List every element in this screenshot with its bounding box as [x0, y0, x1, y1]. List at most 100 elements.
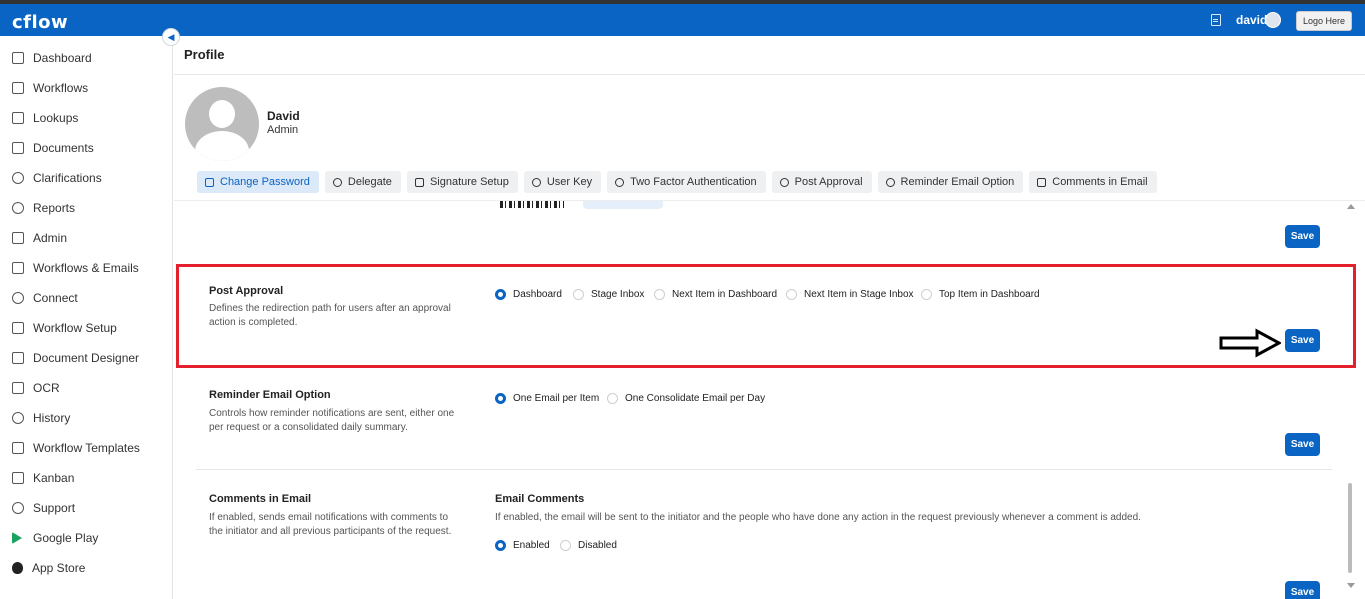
- sidebar-item-workflows-emails[interactable]: Workflows & Emails: [12, 258, 139, 278]
- tab-post-approval[interactable]: Post Approval: [771, 171, 872, 193]
- tab-label: User Key: [546, 176, 593, 188]
- radio-label: Next Item in Dashboard: [672, 289, 778, 300]
- radio-label: Stage Inbox: [591, 289, 645, 300]
- radio-button[interactable]: [560, 540, 571, 551]
- radio-button[interactable]: [495, 393, 506, 404]
- scroll-down-icon[interactable]: [1347, 583, 1355, 588]
- sidebar-item-label: OCR: [33, 381, 60, 395]
- tab-signature-setup[interactable]: Signature Setup: [406, 171, 518, 193]
- radio-button[interactable]: [654, 289, 665, 300]
- sidebar-item-label: Workflows: [33, 81, 89, 95]
- tab-change-password[interactable]: Change Password: [197, 171, 319, 193]
- sidebar-item-label: History: [33, 411, 71, 425]
- sidebar-item-label: Support: [33, 501, 76, 515]
- tab-label: Comments in Email: [1052, 176, 1148, 188]
- sidebar-item-label: Connect: [33, 291, 78, 305]
- sidebar-item-google-play[interactable]: Google Play: [12, 528, 98, 548]
- logo-here-button[interactable]: Logo Here: [1296, 11, 1352, 31]
- sidebar-item-label: Kanban: [33, 471, 75, 485]
- profile-name: David: [267, 109, 300, 123]
- sidebar-item-connect[interactable]: Connect: [12, 288, 78, 308]
- radio-button[interactable]: [607, 393, 618, 404]
- radio-stage-inbox[interactable]: Stage Inbox: [573, 289, 644, 300]
- edit-icon: [414, 177, 424, 187]
- username[interactable]: david: [1236, 13, 1267, 27]
- check-circle-icon: [779, 177, 789, 187]
- collapse-sidebar-button[interactable]: ◀: [162, 28, 180, 46]
- tab-two-factor-authentication[interactable]: Two Factor Authentication: [607, 171, 766, 193]
- sidebar-item-support[interactable]: Support: [12, 498, 75, 518]
- sidebar-item-label: App Store: [32, 561, 86, 575]
- profile-avatar: [185, 87, 259, 161]
- reminder-save-button[interactable]: Save: [1285, 433, 1320, 456]
- partial-button[interactable]: [583, 201, 663, 209]
- tab-reminder-email-option[interactable]: Reminder Email Option: [877, 171, 1024, 193]
- sidebar-item-document-designer[interactable]: Document Designer: [12, 348, 139, 368]
- edit-icon: [12, 352, 24, 364]
- radio-next-item-dashboard[interactable]: Next Item in Dashboard: [654, 289, 777, 300]
- sidebar-item-dashboard[interactable]: Dashboard: [12, 48, 92, 68]
- radio-button[interactable]: [921, 289, 932, 300]
- radio-button[interactable]: [573, 289, 584, 300]
- radio-one-email-per-item[interactable]: One Email per Item: [495, 393, 599, 404]
- support-icon: [12, 502, 24, 514]
- sidebar-item-ocr[interactable]: OCR: [12, 378, 60, 398]
- radio-one-consolidate-email[interactable]: One Consolidate Email per Day: [607, 393, 765, 404]
- sidebar-item-label: Admin: [33, 231, 68, 245]
- scroll-up-icon[interactable]: [1347, 204, 1355, 209]
- sidebar-item-lookups[interactable]: Lookups: [12, 108, 78, 128]
- qr-code-image: [500, 201, 564, 208]
- sidebar-item-workflow-templates[interactable]: Workflow Templates: [12, 438, 140, 458]
- vertical-scrollbar[interactable]: [1346, 201, 1356, 599]
- scrollbar-thumb[interactable]: [1348, 483, 1352, 573]
- radio-top-item-dashboard[interactable]: Top Item in Dashboard: [921, 289, 1040, 300]
- sidebar-item-documents[interactable]: Documents: [12, 138, 94, 158]
- google-play-icon: [12, 532, 22, 544]
- radio-disabled[interactable]: Disabled: [560, 540, 617, 551]
- user-avatar[interactable]: [1265, 12, 1281, 28]
- settings-scroll-area[interactable]: Save Post Approval Defines the redirecti…: [174, 200, 1365, 599]
- radio-label: Next Item in Stage Inbox: [804, 289, 914, 300]
- gear-icon: [885, 177, 895, 187]
- sidebar-item-label: Documents: [33, 141, 94, 155]
- save-button[interactable]: Save: [1285, 225, 1320, 248]
- sidebar-item-clarifications[interactable]: Clarifications: [12, 168, 102, 188]
- radio-next-item-stage-inbox[interactable]: Next Item in Stage Inbox: [786, 289, 914, 300]
- post-approval-save-button[interactable]: Save: [1285, 329, 1320, 352]
- sidebar-item-label: Workflows & Emails: [33, 261, 139, 275]
- sidebar-item-admin[interactable]: Admin: [12, 228, 67, 248]
- admin-icon: [12, 232, 24, 244]
- radio-label: One Email per Item: [513, 393, 600, 404]
- tab-comments-in-email[interactable]: Comments in Email: [1029, 171, 1157, 193]
- cflow-logo[interactable]: cflow: [12, 12, 68, 33]
- sidebar-item-app-store[interactable]: App Store: [12, 558, 85, 578]
- comments-save-button[interactable]: Save: [1285, 581, 1320, 599]
- connect-icon: [12, 292, 24, 304]
- sidebar: Dashboard Workflows Lookups Documents Cl…: [0, 36, 173, 599]
- table-icon: [12, 112, 24, 124]
- radio-button[interactable]: [495, 289, 506, 300]
- sidebar-item-reports[interactable]: Reports: [12, 198, 75, 218]
- document-icon[interactable]: [1211, 14, 1221, 26]
- document-icon: [12, 142, 24, 154]
- sidebar-item-label: Lookups: [33, 111, 79, 125]
- main-content: Profile David Admin Change Password Dele…: [174, 36, 1365, 599]
- sidebar-item-workflow-setup[interactable]: Workflow Setup: [12, 318, 117, 338]
- sidebar-item-kanban[interactable]: Kanban: [12, 468, 74, 488]
- sidebar-item-label: Reports: [33, 201, 76, 215]
- key-icon: [531, 177, 541, 187]
- radio-label: Top Item in Dashboard: [939, 289, 1040, 300]
- tab-delegate[interactable]: Delegate: [324, 171, 401, 193]
- comments-email-title: Comments in Email: [209, 493, 312, 505]
- radio-button[interactable]: [495, 540, 506, 551]
- sidebar-item-history[interactable]: History: [12, 408, 70, 428]
- radio-enabled[interactable]: Enabled: [495, 540, 550, 551]
- radio-button[interactable]: [786, 289, 797, 300]
- tab-label: Delegate: [347, 176, 392, 188]
- sidebar-item-workflows[interactable]: Workflows: [12, 78, 88, 98]
- reminder-email-description: Controls how reminder notifications are …: [209, 408, 455, 433]
- radio-dashboard[interactable]: Dashboard: [495, 289, 562, 300]
- tab-label: Change Password: [220, 176, 310, 188]
- tab-user-key[interactable]: User Key: [523, 171, 602, 193]
- tab-label: Two Factor Authentication: [630, 176, 757, 188]
